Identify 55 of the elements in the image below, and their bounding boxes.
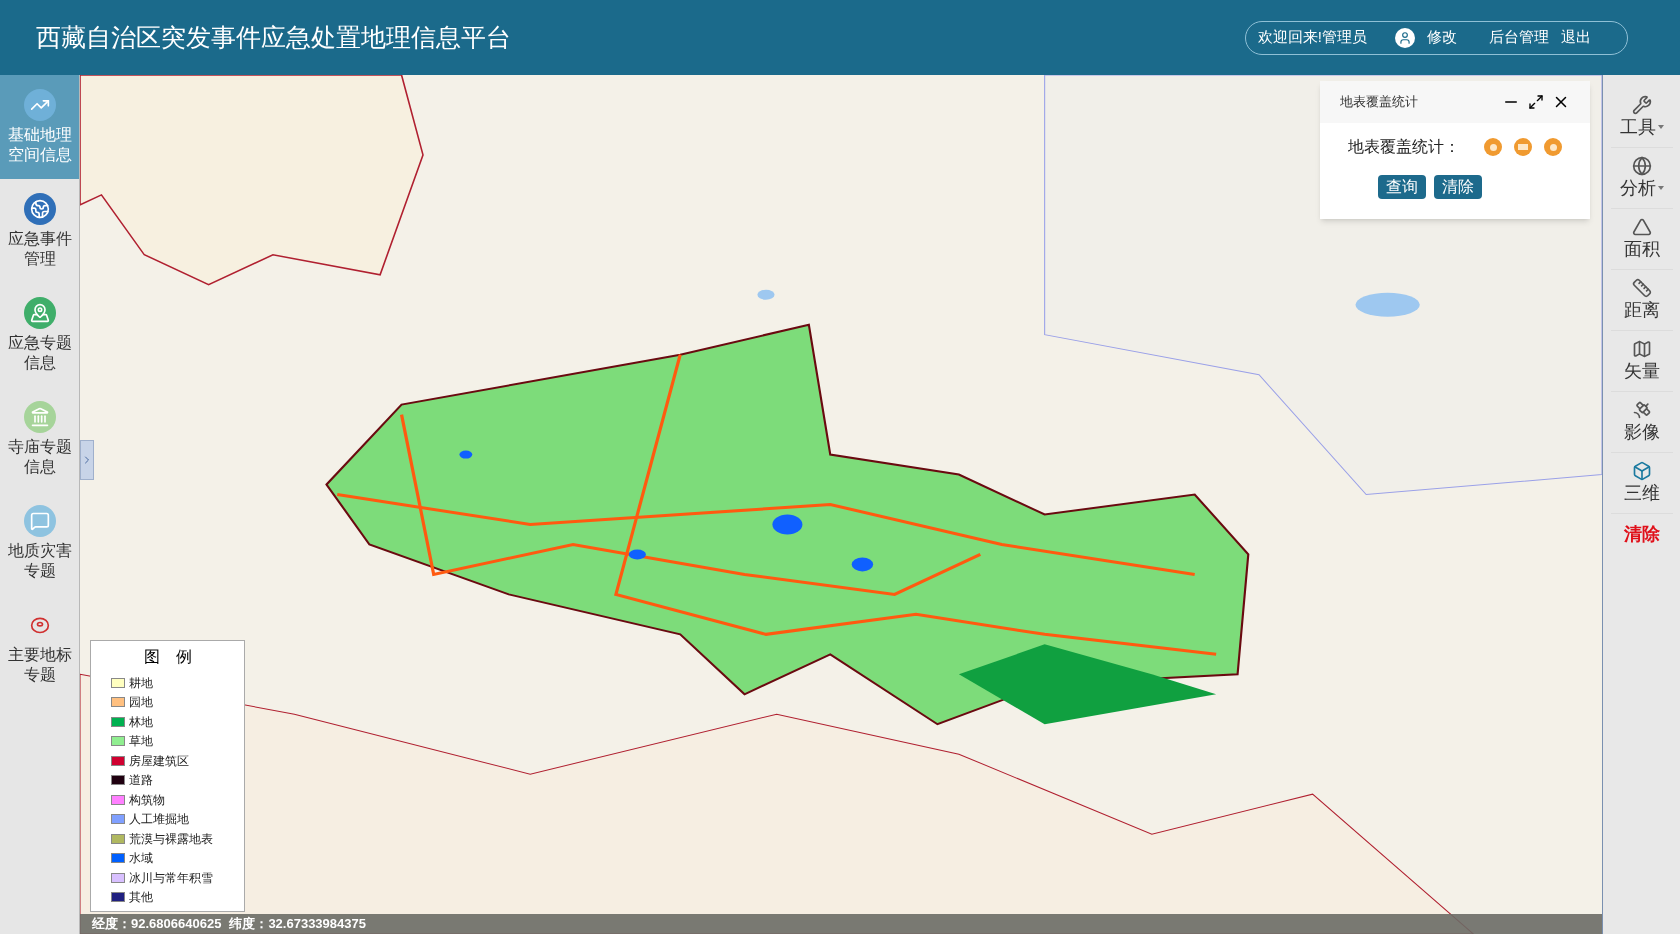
user-icon — [1395, 27, 1415, 48]
legend-label: 其他 — [129, 889, 153, 907]
tools-icon — [1631, 95, 1652, 115]
globe-icon — [23, 193, 56, 225]
toolbar-button[interactable]: 距离 — [1610, 270, 1673, 331]
app-title: 西藏自治区突发事件应急处置地理信息平台 — [36, 21, 511, 53]
map-icon — [1631, 339, 1652, 359]
caret-icon — [1657, 186, 1664, 190]
toolbar-button[interactable]: 清除 — [1610, 514, 1673, 554]
stat-label: 地表覆盖统计： — [1348, 137, 1460, 157]
legend-label: 冰川与常年积雪 — [129, 869, 213, 887]
expand-handle[interactable] — [80, 440, 94, 480]
toolbar-button[interactable]: 工具 — [1610, 87, 1673, 148]
chat-icon — [23, 505, 56, 537]
sidebar-item[interactable]: 寺庙专题信息 — [0, 387, 79, 491]
toolbar-button[interactable]: 矢量 — [1610, 331, 1673, 392]
legend-label: 道路 — [129, 772, 153, 790]
sidebar-item[interactable]: 地质灾害专题 — [0, 491, 79, 595]
chart-icon — [23, 89, 56, 121]
legend-label: 草地 — [129, 733, 153, 751]
edit-link[interactable]: 修改 — [1427, 26, 1457, 49]
welcome-text: 欢迎回来!管理员 — [1257, 27, 1367, 48]
dialog-button[interactable]: 查询 — [1378, 175, 1426, 199]
cube-icon — [1631, 461, 1652, 481]
toolbar-button[interactable]: 三维 — [1610, 453, 1673, 514]
latitude-text: 纬度：32.67333984375 — [229, 915, 366, 934]
legend-label: 构筑物 — [129, 791, 165, 809]
legend-title: 图 例 — [142, 647, 193, 667]
toolbar-button[interactable]: 分析 — [1610, 148, 1673, 209]
maximize-icon[interactable] — [1528, 94, 1544, 110]
legend-label: 耕地 — [129, 674, 153, 692]
longitude-text: 经度：92.6806640625 — [92, 915, 222, 934]
globe-icon — [1631, 156, 1652, 176]
ruler-icon — [1631, 278, 1652, 298]
sidebar-item[interactable]: 应急专题信息 — [0, 283, 79, 387]
logout-link[interactable]: 退出 — [1561, 26, 1591, 49]
legend-label: 园地 — [129, 694, 153, 712]
legend-label: 人工堆掘地 — [129, 811, 189, 829]
admin-link[interactable]: 后台管理 — [1489, 26, 1549, 49]
sidebar-item[interactable]: 主要地标专题 — [0, 595, 79, 699]
triangle-ruler-icon — [1631, 217, 1652, 237]
circle-tool-icon[interactable] — [1484, 138, 1502, 156]
sidebar-item[interactable]: 应急事件管理 — [0, 179, 79, 283]
map-icon — [23, 297, 56, 329]
toolbar-button[interactable]: 面积 — [1610, 209, 1673, 270]
dialog-button[interactable]: 清除 — [1434, 175, 1482, 199]
satellite-icon — [1631, 400, 1652, 420]
caret-icon — [1657, 125, 1664, 129]
legend-label: 水域 — [129, 850, 153, 868]
dialog-title: 地表覆盖统计 — [1340, 93, 1418, 112]
rectangle-tool-icon[interactable] — [1514, 138, 1532, 156]
legend-label: 荒漠与裸露地表 — [129, 830, 213, 848]
legend-label: 房屋建筑区 — [129, 752, 189, 770]
legend-label: 林地 — [129, 713, 153, 731]
toolbar-button[interactable]: 影像 — [1610, 392, 1673, 453]
